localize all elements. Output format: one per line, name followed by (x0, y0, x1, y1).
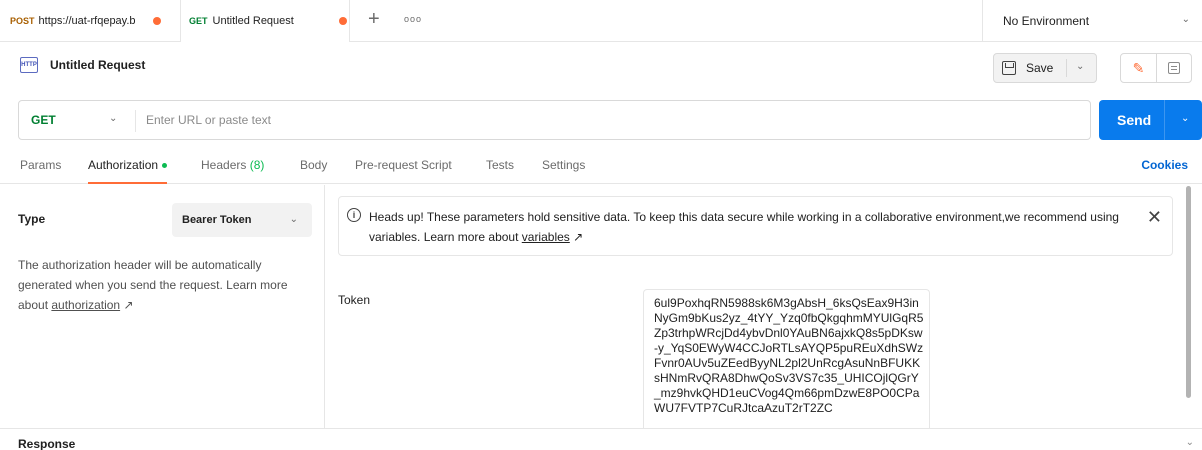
sensitive-data-notice: i Heads up! These parameters hold sensit… (338, 196, 1173, 256)
chevron-down-icon[interactable]: ⌄ (1186, 437, 1194, 448)
tab-method-get: GET (189, 16, 208, 26)
chevron-down-icon[interactable]: ⌄ (109, 113, 117, 124)
scrollbar[interactable] (1186, 186, 1193, 424)
tab-settings[interactable]: Settings (542, 158, 585, 172)
divider (1066, 59, 1067, 77)
unsaved-dot-icon (339, 17, 347, 25)
info-icon: i (347, 208, 361, 222)
token-input[interactable]: 6ul9PoxhqRN5988sk6M3gAbsH_6ksQsEax9H3inN… (643, 289, 930, 429)
variables-link[interactable]: variables (522, 230, 570, 244)
tab-authorization[interactable]: Authorization (88, 158, 168, 184)
auth-type-label: Type (18, 212, 46, 226)
request-header: HTTP Untitled Request Save ⌄ ✎ (0, 43, 1202, 91)
more-horizontal-icon[interactable]: ooo (404, 14, 422, 24)
pencil-icon[interactable]: ✎ (1121, 54, 1157, 82)
tab-tests[interactable]: Tests (486, 158, 514, 172)
send-label: Send (1117, 112, 1152, 128)
environment-label: No Environment (1003, 14, 1090, 28)
plus-icon[interactable]: + (368, 8, 380, 31)
documentation-icon[interactable] (1157, 54, 1191, 82)
status-dot-icon (162, 163, 168, 169)
auth-description: The authorization header will be automat… (18, 255, 316, 315)
cookies-link[interactable]: Cookies (1141, 158, 1188, 172)
tab-title: Untitled Request (212, 15, 294, 27)
request-title[interactable]: Untitled Request (50, 58, 145, 72)
save-button[interactable]: Save ⌄ (993, 53, 1097, 83)
environment-selector[interactable]: No Environment ⌄ (982, 0, 1202, 42)
http-icon: HTTP (20, 57, 38, 73)
tab-post-request[interactable]: POST https://uat-rfqepay.b (10, 0, 178, 42)
save-label: Save (1026, 61, 1054, 75)
token-value: 6ul9PoxhqRN5988sk6M3gAbsH_6ksQsEax9H3inN… (654, 296, 924, 415)
notice-text: Heads up! These parameters hold sensitiv… (369, 207, 1129, 247)
tab-method-post: POST (10, 16, 35, 26)
send-button[interactable]: Send ⌄ (1099, 100, 1202, 140)
request-config-tabs: Params Authorization Headers (8) Body Pr… (0, 150, 1202, 184)
method-selector[interactable]: GET (31, 113, 56, 127)
unsaved-dot-icon (152, 17, 161, 25)
chevron-down-icon: ⌄ (1181, 14, 1190, 25)
tab-body[interactable]: Body (300, 158, 327, 172)
external-link-icon: ↗ (573, 230, 584, 244)
token-label: Token (338, 293, 371, 307)
tab-pre-request-script[interactable]: Pre-request Script (355, 158, 452, 172)
divider (1164, 100, 1165, 140)
url-input[interactable] (146, 107, 1076, 133)
scrollbar-thumb[interactable] (1186, 186, 1191, 398)
chevron-down-icon[interactable]: ⌄ (1181, 113, 1189, 124)
response-label: Response (18, 437, 76, 450)
request-tabbar: POST https://uat-rfqepay.b GET Untitled … (0, 0, 1202, 42)
divider (135, 110, 136, 132)
save-icon (1002, 61, 1016, 75)
view-mode-toggle: ✎ (1120, 53, 1192, 83)
auth-type-select[interactable]: Bearer Token ⌄ (172, 203, 312, 237)
auth-type-value: Bearer Token (182, 214, 252, 226)
tab-untitled-request[interactable]: GET Untitled Request (180, 0, 350, 42)
external-link-icon: ↗ (123, 298, 134, 312)
url-bar: GET ⌄ (18, 100, 1091, 140)
close-icon[interactable]: ✕ (1147, 207, 1162, 228)
response-panel-header[interactable]: Response ⌄ (0, 428, 1202, 450)
headers-count: (8) (249, 158, 265, 172)
tab-headers-label: Headers (201, 158, 247, 172)
auth-type-pane: Type Bearer Token ⌄ The authorization he… (0, 185, 325, 428)
chevron-down-icon[interactable]: ⌄ (1076, 61, 1084, 72)
chevron-down-icon: ⌄ (289, 214, 298, 225)
tab-headers[interactable]: Headers (8) (201, 158, 264, 172)
authorization-link[interactable]: authorization (51, 298, 120, 312)
notice-message: Heads up! These parameters hold sensitiv… (369, 210, 1119, 244)
tab-title: https://uat-rfqepay.b (38, 15, 136, 27)
tab-params[interactable]: Params (20, 158, 61, 172)
tab-authorization-label: Authorization (88, 158, 159, 172)
